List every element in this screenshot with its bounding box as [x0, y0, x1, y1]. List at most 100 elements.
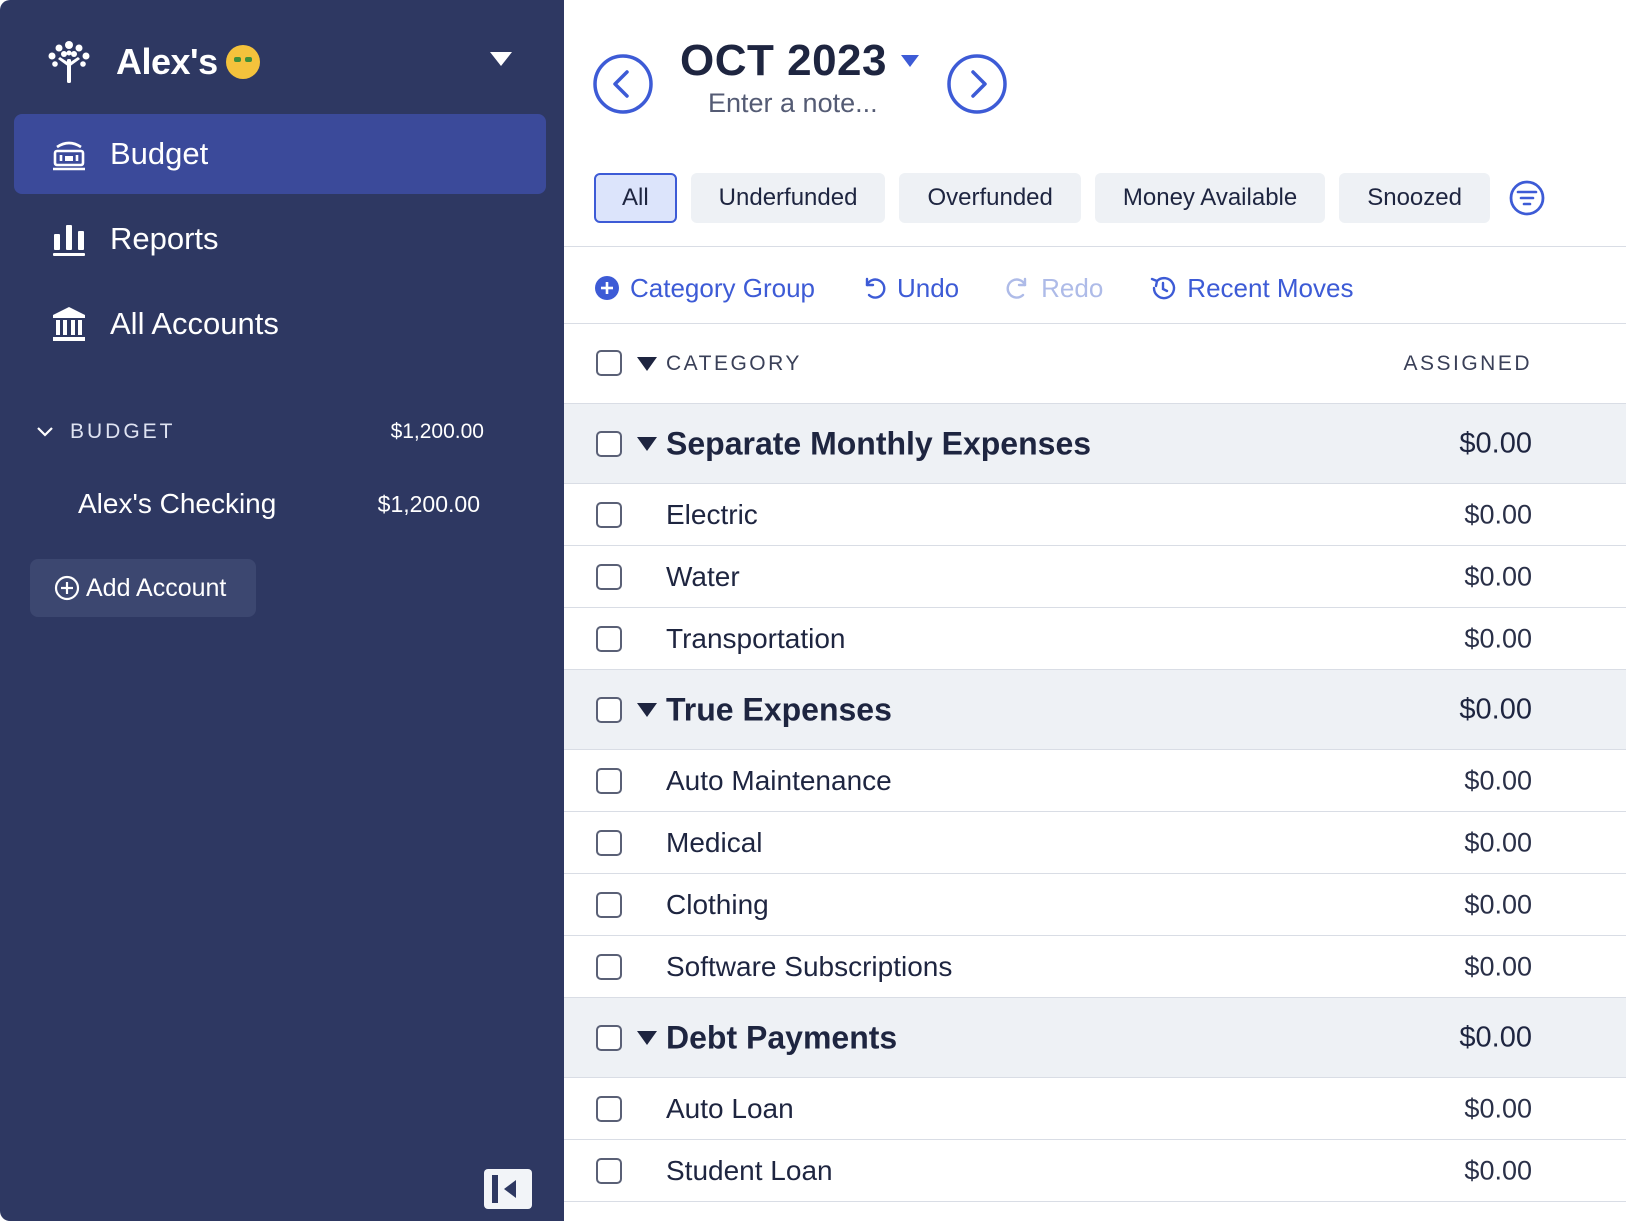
filter-all[interactable]: All	[594, 173, 677, 223]
category-name: Student Loan	[666, 1154, 833, 1186]
account-item-alexs-checking[interactable]: Alex's Checking $1,200.00	[78, 482, 484, 526]
section-balance: $1,200.00	[390, 420, 484, 443]
category-group-row[interactable]: True Expenses $0.00	[564, 670, 1626, 750]
collapse-sidebar-button[interactable]	[484, 1169, 532, 1209]
redo-label: Redo	[1041, 272, 1104, 303]
category-checkbox[interactable]	[596, 1095, 622, 1122]
group-assigned[interactable]: $0.00	[1459, 427, 1532, 460]
add-account-button[interactable]: Add Account	[30, 559, 256, 617]
money-face-emoji-icon	[225, 45, 260, 79]
month-note-input[interactable]: Enter a note...	[708, 88, 878, 119]
category-group-label: Category Group	[630, 272, 815, 303]
redo-icon	[1006, 277, 1027, 299]
plus-circle-filled-icon	[595, 276, 619, 300]
filter-money-available[interactable]: Money Available	[1094, 173, 1326, 223]
category-checkbox[interactable]	[596, 829, 622, 856]
nav-item-reports[interactable]: Reports	[14, 199, 546, 279]
category-checkbox[interactable]	[596, 563, 622, 590]
category-assigned[interactable]: $0.00	[1464, 499, 1532, 530]
budget-icon	[53, 141, 85, 171]
recent-moves-button[interactable]: Recent Moves	[1149, 273, 1353, 304]
filter-underfunded[interactable]: Underfunded	[690, 173, 886, 223]
filter-overfunded[interactable]: Overfunded	[899, 173, 1081, 223]
budget-menu-caret-icon[interactable]	[490, 52, 512, 66]
category-row[interactable]: Auto Loan $0.00	[564, 1078, 1626, 1140]
chevron-down-icon	[37, 427, 53, 437]
undo-button[interactable]: Undo	[861, 273, 959, 304]
category-group-row[interactable]: Debt Payments $0.00	[564, 998, 1626, 1078]
category-row[interactable]: Clothing $0.00	[564, 874, 1626, 936]
budget-switcher[interactable]: Alex's	[44, 34, 260, 90]
undo-icon	[865, 277, 886, 299]
account-balance: $1,200.00	[377, 490, 480, 517]
category-row[interactable]: Auto Maintenance $0.00	[564, 750, 1626, 812]
category-assigned[interactable]: $0.00	[1464, 765, 1532, 796]
category-name: Software Subscriptions	[666, 950, 953, 982]
collapse-all-triangle-icon[interactable]	[637, 357, 657, 371]
undo-label: Undo	[896, 272, 960, 303]
filter-snoozed[interactable]: Snoozed	[1339, 173, 1490, 223]
category-assigned[interactable]: $0.00	[1464, 1155, 1532, 1186]
budget-app: Alex's Budget Reports All Accounts BUDGE…	[0, 0, 1626, 1221]
nav-label-reports: Reports	[110, 221, 219, 256]
filter-settings-icon[interactable]	[1508, 179, 1546, 217]
category-checkbox[interactable]	[596, 625, 622, 652]
next-month-button[interactable]	[946, 53, 1008, 115]
nav-item-budget[interactable]: Budget	[14, 114, 546, 194]
redo-button[interactable]: Redo	[1005, 273, 1103, 304]
group-collapse-triangle-icon[interactable]	[637, 702, 657, 717]
previous-month-button[interactable]	[592, 53, 654, 115]
category-checkbox[interactable]	[596, 953, 622, 980]
divider	[564, 246, 1626, 247]
category-assigned[interactable]: $0.00	[1464, 951, 1532, 982]
category-row[interactable]: Student Loan $0.00	[564, 1140, 1626, 1202]
group-collapse-triangle-icon[interactable]	[637, 436, 657, 451]
tree-logo-icon	[48, 41, 90, 83]
reports-icon	[53, 225, 85, 256]
section-label: BUDGET	[70, 420, 176, 443]
category-assigned[interactable]: $0.00	[1464, 827, 1532, 858]
recent-moves-label: Recent Moves	[1187, 272, 1354, 303]
group-checkbox[interactable]	[596, 430, 622, 457]
history-icon	[1151, 276, 1176, 300]
category-assigned[interactable]: $0.00	[1464, 561, 1532, 592]
nav-label-all-accounts: All Accounts	[110, 306, 279, 341]
category-row[interactable]: Water $0.00	[564, 546, 1626, 608]
add-category-group-button[interactable]: Category Group	[594, 273, 815, 304]
category-row[interactable]: Software Subscriptions $0.00	[564, 936, 1626, 998]
category-assigned[interactable]: $0.00	[1464, 1093, 1532, 1124]
category-checkbox[interactable]	[596, 1157, 622, 1184]
group-name: Debt Payments	[666, 1019, 898, 1055]
category-checkbox[interactable]	[596, 767, 622, 794]
group-assigned[interactable]: $0.00	[1459, 1021, 1532, 1054]
nav-item-all-accounts[interactable]: All Accounts	[14, 284, 546, 364]
budget-main: OCT 2023 Enter a note... All Underfunded…	[564, 0, 1626, 1221]
category-checkbox[interactable]	[596, 501, 622, 528]
nav-label-budget: Budget	[110, 136, 209, 171]
month-selector[interactable]: OCT 2023	[680, 36, 919, 86]
category-table: Separate Monthly Expenses $0.00 Electric…	[564, 404, 1626, 1202]
budget-section-header[interactable]: BUDGET $1,200.00	[36, 412, 484, 452]
category-name: Clothing	[666, 888, 769, 920]
group-checkbox[interactable]	[596, 696, 622, 723]
category-assigned[interactable]: $0.00	[1464, 623, 1532, 654]
category-checkbox[interactable]	[596, 891, 622, 918]
month-label: OCT 2023	[680, 36, 887, 85]
category-row[interactable]: Transportation $0.00	[564, 608, 1626, 670]
budget-toolbar: Category Group Undo Redo Recent Moves	[594, 268, 1399, 308]
group-name: Separate Monthly Expenses	[666, 425, 1092, 461]
category-row[interactable]: Medical $0.00	[564, 812, 1626, 874]
category-name: Water	[666, 560, 740, 592]
category-row[interactable]: Electric $0.00	[564, 484, 1626, 546]
group-assigned[interactable]: $0.00	[1459, 693, 1532, 726]
collapse-sidebar-icon	[492, 1175, 516, 1203]
account-name: Alex's Checking	[78, 488, 277, 519]
column-header-category: CATEGORY	[666, 352, 802, 375]
category-name: Transportation	[666, 622, 846, 654]
month-caret-icon[interactable]	[900, 55, 919, 67]
group-collapse-triangle-icon[interactable]	[637, 1030, 657, 1045]
select-all-checkbox[interactable]	[596, 350, 622, 376]
category-group-row[interactable]: Separate Monthly Expenses $0.00	[564, 404, 1626, 484]
category-assigned[interactable]: $0.00	[1464, 889, 1532, 920]
group-checkbox[interactable]	[596, 1024, 622, 1051]
